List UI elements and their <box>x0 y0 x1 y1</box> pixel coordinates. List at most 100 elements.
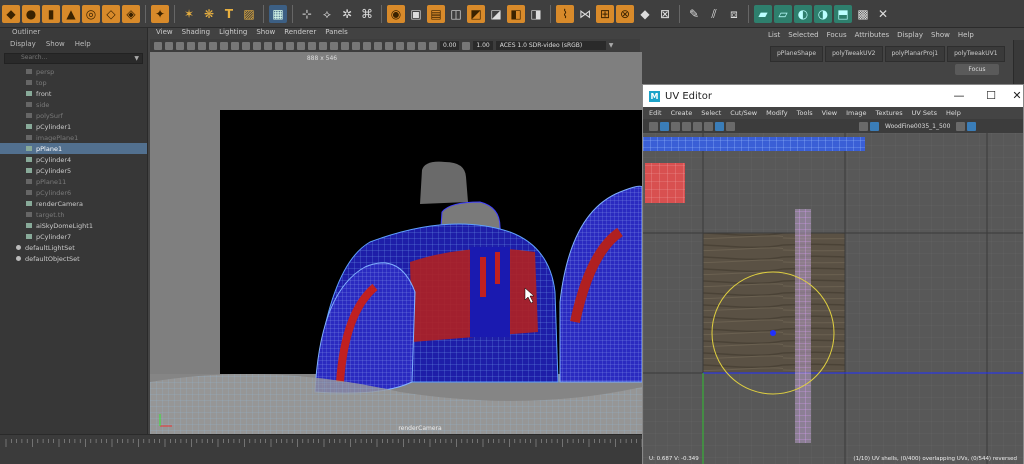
cylinder-icon[interactable]: ▮ <box>42 4 60 23</box>
outliner-item[interactable]: pCylinder5 <box>0 165 147 176</box>
uv-editor-titlebar[interactable]: M UV Editor — ☐ ✕ <box>643 85 1023 107</box>
ae-menu-selected[interactable]: Selected <box>788 31 818 39</box>
time-slider[interactable] <box>0 434 643 464</box>
outliner-menu-help[interactable]: Help <box>75 40 91 51</box>
ae-menu-list[interactable]: List <box>768 31 780 39</box>
uv-display-image-icon[interactable] <box>870 121 879 131</box>
target-weld-icon[interactable]: ⋈ <box>576 5 594 23</box>
uv-texture-border-icon[interactable] <box>682 121 691 131</box>
uv-grid-icon[interactable] <box>704 121 713 131</box>
tab-pplaneshape[interactable]: pPlaneShape <box>770 46 824 62</box>
outliner-item[interactable]: pCylinder7 <box>0 231 147 242</box>
uv-editor-canvas[interactable]: U: 0.687 V: -0.349 (1/10) UV shells, (0/… <box>643 133 1023 464</box>
uv-auto-icon[interactable]: ◑ <box>814 4 832 23</box>
smooth-icon[interactable]: ◉ <box>387 4 405 23</box>
uv-dim-image-icon[interactable] <box>956 121 966 131</box>
anti-alias-icon[interactable] <box>363 41 371 50</box>
uv-shaded-icon[interactable] <box>660 121 669 131</box>
exposure-icon[interactable] <box>429 41 437 50</box>
extract-icon[interactable]: ◫ <box>447 5 465 23</box>
uv-menu-modify[interactable]: Modify <box>766 109 788 117</box>
outliner-item[interactable]: aiSkyDomeLight1 <box>0 220 147 231</box>
skin-icon[interactable]: ✲ <box>338 5 356 23</box>
pipe-icon[interactable]: ◈ <box>122 4 140 23</box>
field-chart-icon[interactable] <box>242 41 250 50</box>
textured-icon[interactable] <box>308 41 316 50</box>
uv-menu-edit[interactable]: Edit <box>649 109 662 117</box>
grid-icon[interactable] <box>198 41 206 50</box>
draw-icon[interactable]: ✎ <box>685 5 703 23</box>
fill-hole-icon[interactable]: ⊠ <box>656 5 674 23</box>
bridge-icon[interactable]: ◪ <box>487 5 505 23</box>
uv-texture-dropdown[interactable]: WoodFine0035_1_500 <box>885 123 950 130</box>
svg-tool-icon[interactable]: ▨ <box>240 5 258 23</box>
minimize-button[interactable]: — <box>945 88 973 104</box>
lights-icon[interactable] <box>319 41 327 50</box>
uv-checker-toggle-icon[interactable] <box>715 121 724 131</box>
outliner-item[interactable]: side <box>0 99 147 110</box>
outliner-menu-display[interactable]: Display <box>10 40 36 51</box>
smooth-shade-icon[interactable] <box>286 41 294 50</box>
viewport-menu-shading[interactable]: Shading <box>182 28 210 39</box>
tab-polyplanarproj1[interactable]: polyPlanarProj1 <box>884 46 946 62</box>
bookmark-icon[interactable] <box>176 41 184 50</box>
merge-icon[interactable]: ⊗ <box>616 4 634 23</box>
uv-menu-uv-sets[interactable]: UV Sets <box>912 109 937 117</box>
uv-isolate-icon[interactable] <box>693 121 702 131</box>
ik-handle-icon[interactable]: ⟡ <box>318 5 336 23</box>
viewport-menu-view[interactable]: View <box>156 28 173 39</box>
motion-blur-icon[interactable] <box>352 41 360 50</box>
image-plane-icon[interactable] <box>187 41 195 50</box>
outliner-item[interactable]: pCylinder1 <box>0 121 147 132</box>
outliner-item[interactable]: defaultObjectSet <box>0 253 147 264</box>
ae-menu-show[interactable]: Show <box>931 31 950 39</box>
wireframe-icon[interactable] <box>275 41 283 50</box>
ae-menu-display[interactable]: Display <box>897 31 923 39</box>
outliner-item[interactable]: pCylinder6 <box>0 187 147 198</box>
maximize-button[interactable]: ☐ <box>977 88 1005 104</box>
uv-menu-create[interactable]: Create <box>671 109 693 117</box>
depth-of-field-icon[interactable] <box>374 41 382 50</box>
safe-title-icon[interactable] <box>264 41 272 50</box>
ep-curve-icon[interactable]: ❋ <box>200 5 218 23</box>
camera-attr-icon[interactable] <box>165 41 173 50</box>
chevron-down-icon[interactable]: ▼ <box>134 55 139 62</box>
uv-menu-help[interactable]: Help <box>946 109 961 117</box>
shadows-icon[interactable] <box>330 41 338 50</box>
text-tool-icon[interactable]: T <box>220 5 238 23</box>
outliner-item[interactable]: imagePlane1 <box>0 132 147 143</box>
exposure-field[interactable]: 0.00 <box>440 41 460 50</box>
outliner-item[interactable]: pPlane11 <box>0 176 147 187</box>
collapse-icon[interactable]: ◆ <box>636 5 654 23</box>
isolate-select-icon[interactable] <box>385 41 393 50</box>
outliner-item[interactable]: front <box>0 88 147 99</box>
viewport-menu-renderer[interactable]: Renderer <box>284 28 316 39</box>
viewport-3d[interactable] <box>150 52 642 434</box>
ae-menu-attributes[interactable]: Attributes <box>855 31 890 39</box>
chevron-down-icon[interactable]: ▼ <box>609 42 614 49</box>
uv-menu-textures[interactable]: Textures <box>875 109 902 117</box>
boolean-icon[interactable]: ◨ <box>527 5 545 23</box>
resolution-gate-icon[interactable] <box>220 41 228 50</box>
ambient-occlusion-icon[interactable] <box>341 41 349 50</box>
outliner-item[interactable]: pCylinder4 <box>0 154 147 165</box>
backface-icon[interactable] <box>418 41 426 50</box>
uv-cylindrical-icon[interactable]: ▱ <box>774 4 792 23</box>
mirror-icon[interactable]: ⧈ <box>725 5 743 23</box>
platonic-icon[interactable]: ✦ <box>151 4 169 23</box>
uv-menu-tools[interactable]: Tools <box>797 109 813 117</box>
plane-icon[interactable]: ◇ <box>102 4 120 23</box>
film-gate-icon[interactable] <box>209 41 217 50</box>
sphere-icon[interactable]: ● <box>22 4 40 23</box>
uv-menu-cut-sew[interactable]: Cut/Sew <box>730 109 757 117</box>
tab-polytweakuv1[interactable]: polyTweakUV1 <box>947 46 1005 62</box>
slice-icon[interactable]: ⫽ <box>705 5 723 23</box>
ae-menu-help[interactable]: Help <box>958 31 974 39</box>
tab-polytweakuv2[interactable]: polyTweakUV2 <box>825 46 883 62</box>
gamma-icon[interactable] <box>462 41 471 50</box>
grid-tool-icon[interactable]: ▦ <box>269 4 287 23</box>
viewport-menu-panels[interactable]: Panels <box>325 28 348 39</box>
outliner-search-input[interactable]: Search... ▼ <box>4 53 143 64</box>
multi-cut-icon[interactable]: ⌇ <box>556 4 574 23</box>
color-space-dropdown[interactable]: ACES 1.0 SDR-video (sRGB) <box>495 41 606 50</box>
